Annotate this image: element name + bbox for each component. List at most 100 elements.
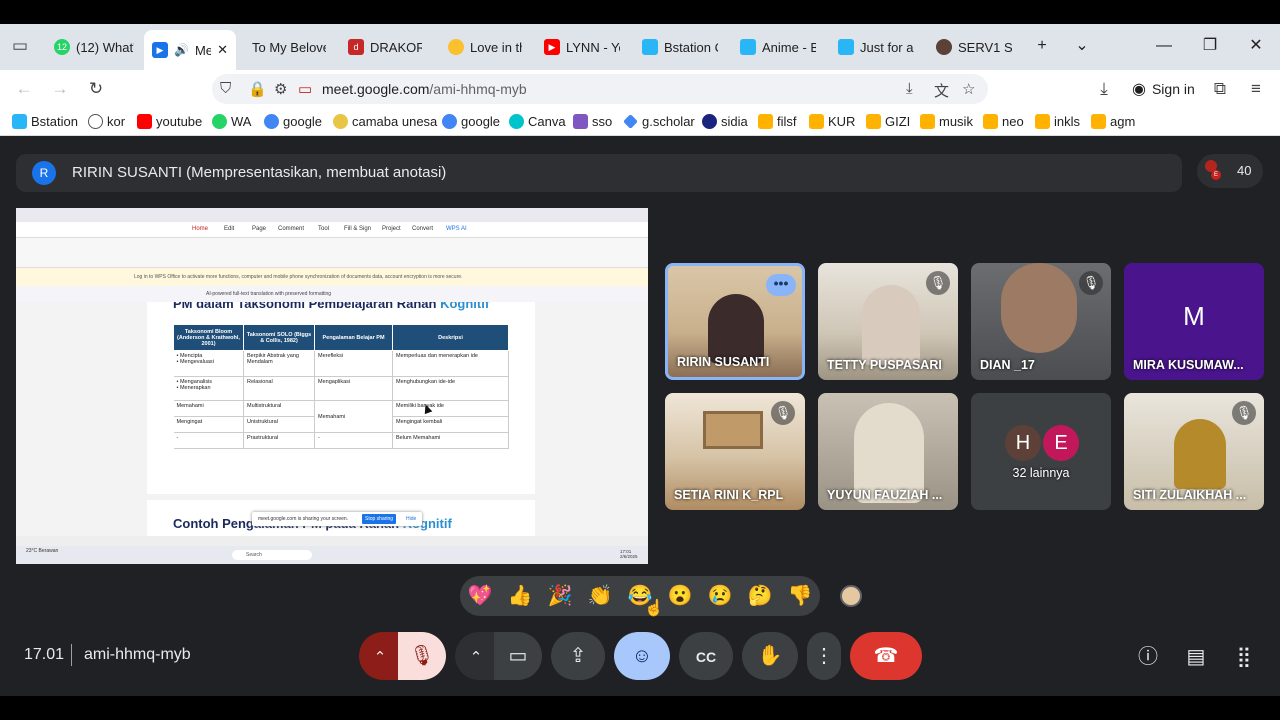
menu-icon[interactable]: ≡ (1244, 78, 1268, 100)
url-host: meet.google.com (322, 81, 430, 97)
more-options-button[interactable]: ⋮ (807, 632, 841, 680)
doc-title: PM dalam Taksonomi Pembelajaran Ranah Ko… (173, 302, 489, 311)
install-icon[interactable]: ⤓ (906, 80, 913, 97)
thumbs-up-icon[interactable]: 👍 (506, 582, 534, 610)
whatsapp-icon: 12 (54, 39, 70, 55)
tab-drakorin[interactable]: d DRAKORIN (340, 32, 430, 62)
tab-lynn-youtube[interactable]: ▶ LYNN - Yo (536, 32, 628, 62)
bookmark-item[interactable]: musik (920, 114, 973, 129)
hide-button[interactable]: Hide (406, 516, 416, 522)
close-icon[interactable]: ✕ (217, 42, 228, 58)
bookmark-item[interactable]: inkls (1035, 114, 1080, 129)
bookmark-item[interactable]: sso (573, 114, 612, 129)
unesa-icon (333, 114, 348, 129)
tab-bstation[interactable]: Bstation C (634, 32, 726, 62)
bookmark-item[interactable]: neo (983, 114, 1024, 129)
bookmark-item[interactable]: sidia (702, 114, 748, 129)
tab-just-for-a[interactable]: Just for a N (830, 32, 922, 62)
participant-tile[interactable]: 🎙 DIAN _17 (971, 263, 1111, 380)
bookmark-item[interactable]: Bstation (12, 114, 78, 129)
skin-tone-selector[interactable] (840, 585, 862, 607)
tab-search-icon[interactable]: ▭ (8, 35, 32, 57)
table-cell: Memperluas dan menerapkan ide (392, 350, 509, 377)
participants-button[interactable]: E 40 (1197, 154, 1263, 188)
bookmark-label: KUR (828, 114, 856, 129)
url-text[interactable]: meet.google.com/ami-hhmq-myb (322, 81, 527, 97)
extensions-icon[interactable]: ⧉ (1208, 78, 1232, 100)
participant-tile[interactable]: ••• RIRIN SUSANTI (665, 263, 805, 380)
forward-icon[interactable]: → (48, 78, 72, 100)
bookmark-item[interactable]: GIZI (866, 114, 910, 129)
bookmark-item[interactable]: camaba unesa (333, 114, 437, 129)
bookmark-item[interactable]: filsf (758, 114, 797, 129)
activities-grid-icon[interactable]: ⣿ (1228, 641, 1260, 673)
tab-serv1[interactable]: SERV1 SIA (928, 32, 1020, 62)
bookmark-item[interactable]: KUR (809, 114, 855, 129)
participant-tile[interactable]: YUYUN FAUZIAH ... (818, 393, 958, 510)
hand-icon: ✋ (757, 645, 783, 667)
bookmarks-bar: Bstation kor youtube WA google camaba un… (0, 108, 1280, 136)
tab-to-my-beloved[interactable]: To My Beloved (244, 32, 334, 62)
participant-tile[interactable]: 🎙 SITI ZULAIKHAH ... (1124, 393, 1264, 510)
video-options-button[interactable]: ⌃ (455, 632, 497, 680)
camera-toggle-button[interactable]: ▭ (494, 632, 542, 680)
translate-icon[interactable]: 文 (934, 80, 949, 101)
new-tab-icon[interactable]: + (1030, 36, 1054, 56)
bookmark-item[interactable]: google (264, 114, 322, 129)
tab-anime[interactable]: Anime - B (732, 32, 824, 62)
back-icon[interactable]: ← (12, 78, 36, 100)
bookmark-star-icon[interactable]: ☆ (962, 80, 975, 98)
more-options-icon[interactable]: ••• (766, 274, 796, 296)
audio-options-button[interactable]: ⌃ (359, 632, 401, 680)
tab-love-in-the[interactable]: Love in the (440, 32, 530, 62)
shared-screen[interactable]: Home Edit Page Comment Tool Fill & Sign Projec… (16, 208, 648, 564)
site-settings-icon[interactable]: ⚙ (274, 80, 287, 98)
thumbs-down-icon[interactable]: 👎 (786, 582, 814, 610)
address-bar[interactable]: ⛉ 🔒 ⚙ ▭ meet.google.com/ami-hhmq-myb ⤓ 文… (212, 74, 988, 104)
download-icon[interactable]: ⤓ (1092, 78, 1116, 100)
participant-tile[interactable]: 🎙 SETIA RINI K_RPL (665, 393, 805, 510)
tab-meet[interactable]: ▶ 🔊 Me ✕ (144, 30, 236, 70)
tab-list-chevron-icon[interactable]: ⌄ (1070, 36, 1094, 56)
captions-button[interactable]: CC (679, 632, 733, 680)
party-popper-icon[interactable]: 🎉 (546, 582, 574, 610)
bookmark-item[interactable]: youtube (137, 114, 202, 129)
present-to-all-icon: ⇪ (569, 645, 587, 667)
crying-face-icon[interactable]: 😢 (706, 582, 734, 610)
microphone-toggle-button[interactable]: 🎙 (398, 632, 446, 680)
bookmark-item[interactable]: Canva (509, 114, 566, 129)
bookmark-item[interactable]: kor (88, 114, 125, 129)
minimize-icon[interactable]: — (1152, 36, 1176, 56)
bookmark-item[interactable]: WA (212, 114, 251, 129)
table-cell: Memiliki banyak ide (392, 400, 509, 417)
participant-tile[interactable]: 🎙 TETTY PUSPASARI (818, 263, 958, 380)
window-close-icon[interactable]: ✕ (1244, 36, 1268, 56)
stop-sharing-button[interactable]: Stop sharing (362, 514, 397, 524)
participant-tile[interactable]: H E 32 lainnya (971, 393, 1111, 510)
sign-in-button[interactable]: ◉ Sign in (1126, 74, 1204, 104)
participant-tile[interactable]: M MIRA KUSUMAW... (1124, 263, 1264, 380)
bookmark-label: camaba unesa (352, 114, 438, 129)
presenter-banner[interactable]: R RIRIN SUSANTI (Mempresentasikan, membu… (16, 154, 1182, 192)
thinking-face-icon[interactable]: 🤔 (746, 582, 774, 610)
restore-icon[interactable]: ❐ (1198, 36, 1222, 56)
bookmark-item[interactable]: google (442, 114, 500, 129)
lock-icon[interactable]: 🔒 (248, 80, 267, 98)
tab-whatsapp[interactable]: 12 (12) What's (46, 32, 142, 62)
clapping-hands-icon[interactable]: 👏 (586, 582, 614, 610)
meeting-info-icon[interactable]: ⓘ (1132, 641, 1164, 673)
surprised-face-icon[interactable]: 😮 (666, 582, 694, 610)
bookmark-item[interactable]: agm (1091, 114, 1135, 129)
shield-icon[interactable]: ⛉ (220, 80, 231, 97)
bookmark-label: google (461, 114, 501, 129)
camera-permission-icon[interactable]: ▭ (298, 80, 312, 98)
love-icon (448, 39, 464, 55)
sparkling-heart-icon[interactable]: 💖 (466, 582, 494, 610)
present-screen-button[interactable]: ⇪ (551, 632, 605, 680)
reactions-button[interactable]: ☺ (614, 632, 670, 680)
bookmark-item[interactable]: g.scholar (623, 114, 695, 129)
reload-icon[interactable]: ↻ (84, 78, 108, 100)
raise-hand-button[interactable]: ✋ (742, 632, 798, 680)
leave-call-button[interactable]: ☎ (850, 632, 922, 680)
chat-icon[interactable]: ▤ (1180, 641, 1212, 673)
